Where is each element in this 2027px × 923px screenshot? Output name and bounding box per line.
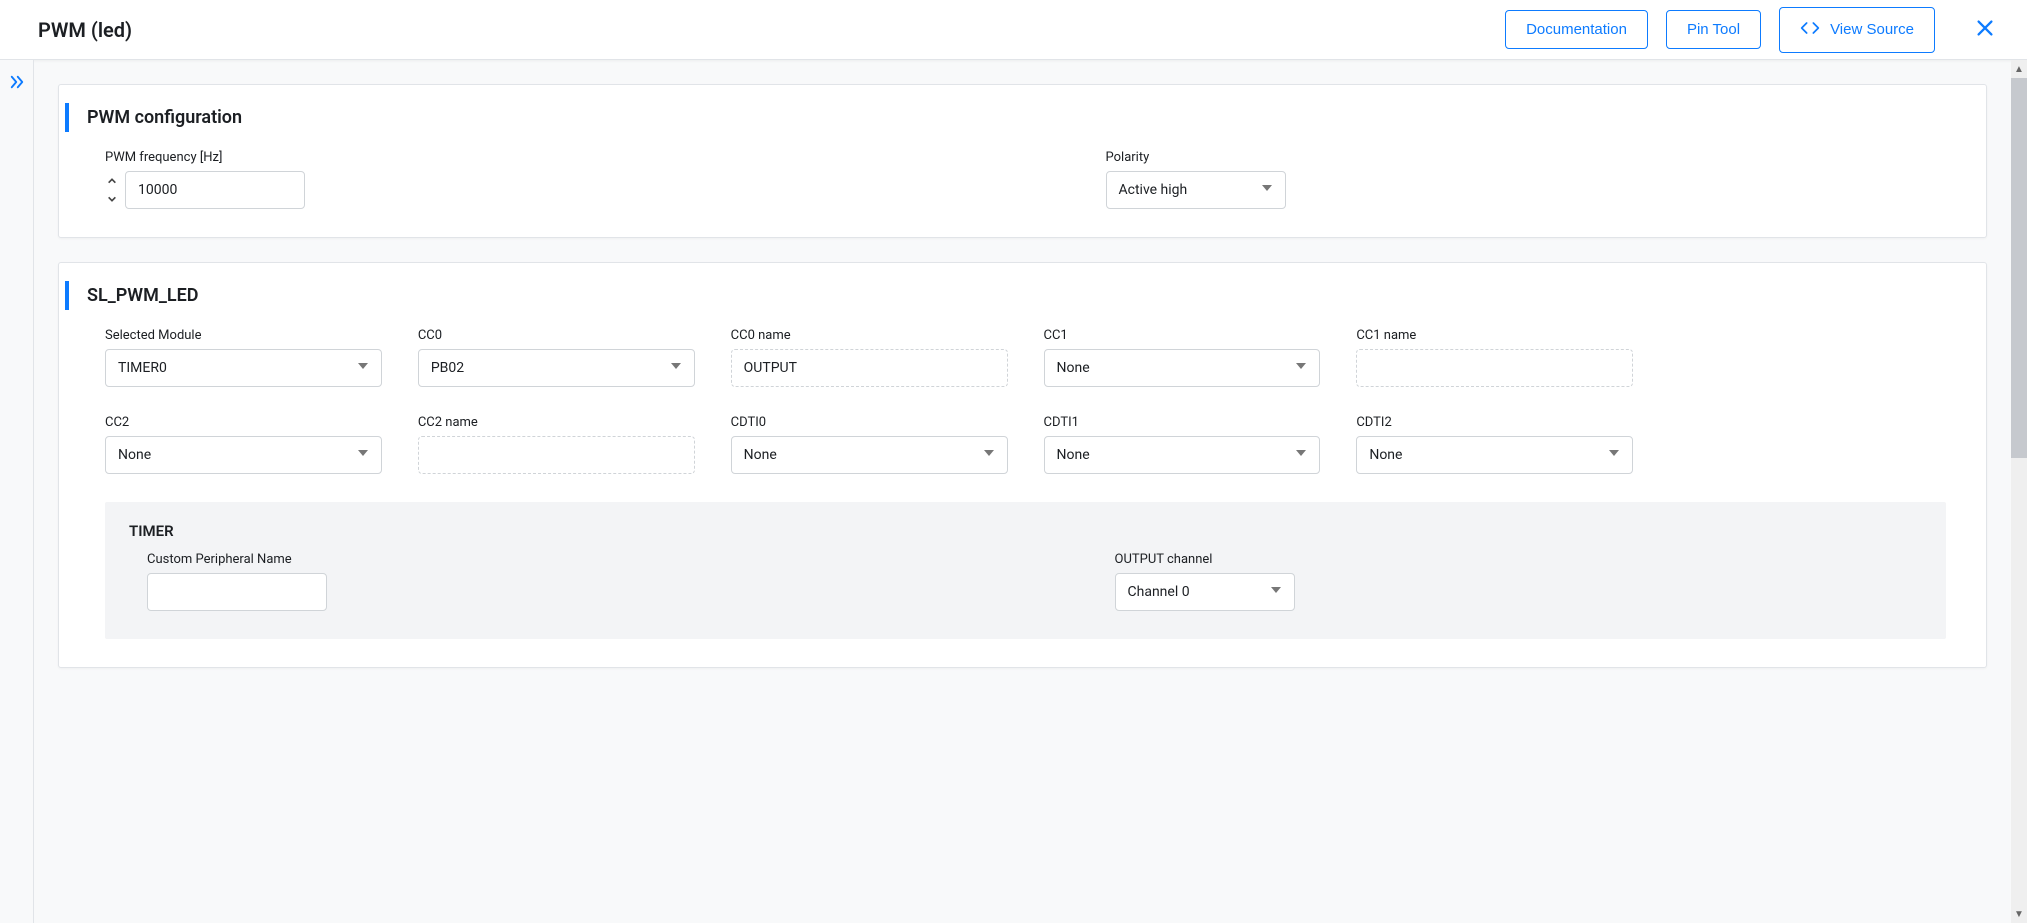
field-cc2: CC2 None bbox=[105, 415, 382, 474]
button-label: View Source bbox=[1830, 21, 1914, 38]
chevron-up-icon bbox=[105, 176, 119, 186]
chevrons-right-icon bbox=[8, 73, 26, 95]
chevron-down-icon bbox=[357, 360, 369, 376]
page-title: PWM (led) bbox=[38, 18, 1505, 42]
field-cc1-name: CC1 name bbox=[1356, 328, 1633, 387]
subpanel-title: TIMER bbox=[129, 522, 1922, 540]
cc1-name-display bbox=[1356, 349, 1633, 387]
cdti2-select[interactable]: None bbox=[1356, 436, 1633, 474]
select-value: None bbox=[118, 447, 151, 463]
body: PWM configuration PWM frequency [Hz] bbox=[0, 60, 2027, 923]
custom-peripheral-name-input[interactable] bbox=[147, 573, 327, 611]
field-label: OUTPUT channel bbox=[1115, 552, 1923, 567]
cc1-select[interactable]: None bbox=[1044, 349, 1321, 387]
field-label: CC0 bbox=[418, 328, 695, 343]
select-value: Channel 0 bbox=[1128, 584, 1190, 600]
chevron-down-icon bbox=[1295, 447, 1307, 463]
chevron-down-icon bbox=[1261, 182, 1273, 198]
card-pwm-configuration: PWM configuration PWM frequency [Hz] bbox=[58, 84, 1987, 238]
input-value: 10000 bbox=[138, 182, 177, 198]
field-cdti0: CDTI0 None bbox=[731, 415, 1008, 474]
select-value: Active high bbox=[1119, 182, 1188, 198]
field-label: CDTI1 bbox=[1044, 415, 1321, 430]
view-source-button[interactable]: View Source bbox=[1779, 7, 1935, 53]
pin-tool-button[interactable]: Pin Tool bbox=[1666, 10, 1761, 49]
scroll-up-arrow-icon: ▲ bbox=[2011, 60, 2027, 78]
select-value: PB02 bbox=[431, 360, 464, 376]
field-label: CC2 name bbox=[418, 415, 695, 430]
close-button[interactable] bbox=[1971, 16, 1999, 44]
field-label: Selected Module bbox=[105, 328, 382, 343]
select-value: None bbox=[1057, 360, 1090, 376]
field-label: Custom Peripheral Name bbox=[147, 552, 955, 567]
header: PWM (led) Documentation Pin Tool View So… bbox=[0, 0, 2027, 60]
frequency-steppers bbox=[105, 176, 119, 204]
field-cdti2: CDTI2 None bbox=[1356, 415, 1633, 474]
field-label: Polarity bbox=[1106, 150, 1947, 165]
stepper-down-button[interactable] bbox=[105, 194, 119, 204]
vertical-scrollbar[interactable]: ▲ ▼ bbox=[2011, 60, 2027, 923]
documentation-button[interactable]: Documentation bbox=[1505, 10, 1648, 49]
field-output-channel: OUTPUT channel Channel 0 bbox=[1115, 552, 1923, 611]
field-custom-peripheral-name: Custom Peripheral Name bbox=[147, 552, 955, 611]
scroll-down-arrow-icon: ▼ bbox=[2011, 905, 2027, 923]
field-cc0-name: CC0 name OUTPUT bbox=[731, 328, 1008, 387]
main-scroll-area[interactable]: PWM configuration PWM frequency [Hz] bbox=[34, 60, 2011, 923]
field-selected-module: Selected Module TIMER0 bbox=[105, 328, 382, 387]
field-label: CC1 name bbox=[1356, 328, 1633, 343]
card-sl-pwm-led: SL_PWM_LED Selected Module TIMER0 CC0 bbox=[58, 262, 1987, 668]
field-label: CDTI2 bbox=[1356, 415, 1633, 430]
chevron-down-icon bbox=[983, 447, 995, 463]
cc0-name-display: OUTPUT bbox=[731, 349, 1008, 387]
chevron-down-icon bbox=[1608, 447, 1620, 463]
card-title: PWM configuration bbox=[65, 103, 1962, 132]
button-label: Documentation bbox=[1526, 21, 1627, 38]
chevron-down-icon bbox=[1295, 360, 1307, 376]
field-label: CC0 name bbox=[731, 328, 1008, 343]
stepper-up-button[interactable] bbox=[105, 176, 119, 186]
scrollbar-thumb[interactable] bbox=[2011, 78, 2027, 458]
field-label: CDTI0 bbox=[731, 415, 1008, 430]
select-value: None bbox=[744, 447, 777, 463]
close-icon bbox=[1974, 17, 1996, 43]
select-value: None bbox=[1369, 447, 1402, 463]
header-actions: Documentation Pin Tool View Source bbox=[1505, 7, 1999, 53]
cc0-select[interactable]: PB02 bbox=[418, 349, 695, 387]
subpanel-timer: TIMER Custom Peripheral Name OUTPUT chan… bbox=[105, 502, 1946, 639]
polarity-select[interactable]: Active high bbox=[1106, 171, 1286, 209]
button-label: Pin Tool bbox=[1687, 21, 1740, 38]
field-label: CC2 bbox=[105, 415, 382, 430]
expand-sidebar-button[interactable] bbox=[5, 72, 29, 96]
field-cc0: CC0 PB02 bbox=[418, 328, 695, 387]
code-icon bbox=[1800, 18, 1820, 42]
field-pwm-frequency: PWM frequency [Hz] 1 bbox=[105, 150, 946, 209]
display-value: OUTPUT bbox=[744, 360, 797, 376]
cc2-name-display bbox=[418, 436, 695, 474]
field-cdti1: CDTI1 None bbox=[1044, 415, 1321, 474]
cc2-select[interactable]: None bbox=[105, 436, 382, 474]
card-title: SL_PWM_LED bbox=[65, 281, 1962, 310]
field-cc2-name: CC2 name bbox=[418, 415, 695, 474]
chevron-down-icon bbox=[105, 194, 119, 204]
field-label: CC1 bbox=[1044, 328, 1321, 343]
select-value: TIMER0 bbox=[118, 360, 167, 376]
field-cc1: CC1 None bbox=[1044, 328, 1321, 387]
field-polarity: Polarity Active high bbox=[1106, 150, 1947, 209]
chevron-down-icon bbox=[670, 360, 682, 376]
field-label: PWM frequency [Hz] bbox=[105, 150, 946, 165]
cdti1-select[interactable]: None bbox=[1044, 436, 1321, 474]
chevron-down-icon bbox=[357, 447, 369, 463]
pwm-frequency-input[interactable]: 10000 bbox=[125, 171, 305, 209]
output-channel-select[interactable]: Channel 0 bbox=[1115, 573, 1295, 611]
selected-module-select[interactable]: TIMER0 bbox=[105, 349, 382, 387]
chevron-down-icon bbox=[1270, 584, 1282, 600]
sidebar-collapsed bbox=[0, 60, 34, 923]
cdti0-select[interactable]: None bbox=[731, 436, 1008, 474]
select-value: None bbox=[1057, 447, 1090, 463]
